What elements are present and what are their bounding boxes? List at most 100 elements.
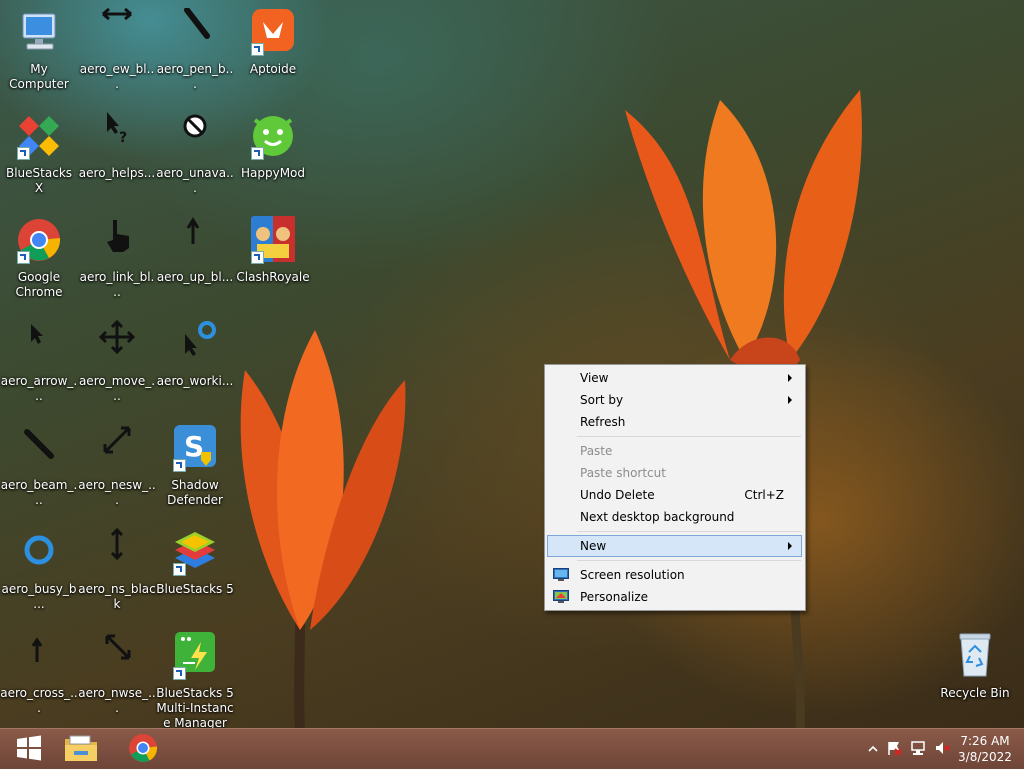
taskbar-file-explorer-button[interactable] — [52, 729, 110, 769]
desktop-icon-label: My Computer — [9, 62, 69, 91]
desktop-icon-clash-royale[interactable]: ClashRoyale — [234, 216, 312, 285]
desktop[interactable]: My Computer BlueStacks X Google Chrome a… — [0, 0, 1024, 728]
submenu-arrow-icon — [788, 542, 792, 550]
desktop-icon-label: Shadow Defender — [167, 478, 223, 507]
desktop-icon-label: ClashRoyale — [236, 270, 310, 284]
desktop-icon-label: Google Chrome — [15, 270, 63, 299]
desktop-icon-aptoide[interactable]: Aptoide — [234, 8, 312, 77]
desktop-icon-aero-up[interactable]: aero_up_bl... — [156, 216, 234, 285]
action-center-flag-icon[interactable] — [882, 740, 906, 759]
file-explorer-icon — [64, 733, 98, 766]
up-arrow-cursor-icon — [171, 216, 219, 264]
menu-item-label: Undo Delete — [580, 488, 655, 502]
crosshair-cursor-icon — [15, 632, 63, 680]
menu-item-undo-delete[interactable]: Undo Delete Ctrl+Z — [547, 484, 802, 506]
volume-muted-icon[interactable] — [930, 740, 954, 759]
desktop-icon-label: aero_up_bl... — [156, 270, 234, 284]
shortcut-arrow-icon — [251, 43, 264, 56]
taskbar-clock[interactable]: 7:26 AM 3/8/2022 — [954, 733, 1016, 765]
menu-separator — [577, 560, 801, 561]
menu-item-label: Screen resolution — [580, 568, 685, 582]
clock-date: 3/8/2022 — [958, 750, 1012, 764]
happymod-icon — [249, 112, 297, 160]
desktop-icon-aero-arrow[interactable]: aero_arrow_... — [0, 320, 78, 404]
text-beam-cursor-icon — [15, 424, 63, 472]
menu-item-label: Refresh — [580, 415, 626, 429]
desktop-icon-aero-working[interactable]: aero_worki... — [156, 320, 234, 389]
menu-item-label: Paste — [580, 444, 613, 458]
desktop-icon-my-computer[interactable]: My Computer — [0, 8, 78, 92]
desktop-icon-aero-beam[interactable]: aero_beam_... — [0, 424, 78, 508]
show-hidden-icons-chevron[interactable] — [864, 742, 882, 756]
menu-item-label: Sort by — [580, 393, 624, 407]
desktop-icon-aero-link[interactable]: aero_link_bl... — [78, 216, 156, 300]
taskbar: 7:26 AM 3/8/2022 — [0, 728, 1024, 769]
system-tray: 7:26 AM 3/8/2022 — [864, 729, 1024, 769]
svg-text:?: ? — [119, 130, 127, 146]
shortcut-arrow-icon — [173, 563, 186, 576]
shortcut-arrow-icon — [251, 147, 264, 160]
menu-item-paste-shortcut[interactable]: Paste shortcut — [547, 462, 802, 484]
menu-item-shortcut: Ctrl+Z — [744, 488, 784, 502]
start-button[interactable] — [0, 729, 58, 769]
desktop-icon-label: aero_arrow_... — [0, 374, 78, 403]
arrow-cursor-icon — [15, 320, 63, 368]
desktop-icon-recycle-bin[interactable]: Recycle Bin — [936, 632, 1014, 701]
desktop-icon-shadow-defender[interactable]: S Shadow Defender — [156, 424, 234, 508]
menu-item-screen-resolution[interactable]: Screen resolution — [547, 564, 802, 586]
desktop-icon-label: aero_cross_... — [0, 686, 78, 715]
desktop-icon-bluestacks-multi-instance[interactable]: BlueStacks 5 Multi-Instanc e Manager — [156, 632, 234, 728]
shortcut-arrow-icon — [17, 251, 30, 264]
chrome-icon — [15, 216, 63, 264]
desktop-icon-aero-nwse[interactable]: aero_nwse_... — [78, 632, 156, 716]
menu-item-refresh[interactable]: Refresh — [547, 411, 802, 433]
menu-item-paste[interactable]: Paste — [547, 440, 802, 462]
desktop-icon-aero-pen[interactable]: aero_pen_b... — [156, 7, 234, 92]
help-select-cursor-icon: ? — [93, 112, 141, 160]
desktop-icon-bluestacks-x[interactable]: BlueStacks X — [0, 112, 78, 196]
menu-item-personalize[interactable]: Personalize — [547, 586, 802, 608]
desktop-icon-label: aero_helps... — [78, 166, 156, 180]
windows-start-icon — [15, 734, 43, 765]
desktop-icon-label: HappyMod — [240, 166, 306, 180]
desktop-icon-label: aero_ew_bl... — [79, 62, 155, 91]
working-cursor-icon — [171, 320, 219, 368]
clash-royale-icon — [249, 216, 297, 264]
desktop-icon-aero-unavail[interactable]: aero_unava... — [156, 112, 234, 196]
menu-item-next-desktop-background[interactable]: Next desktop background — [547, 506, 802, 528]
desktop-icon-aero-nesw[interactable]: aero_nesw_... — [78, 424, 156, 508]
shadow-defender-icon: S — [171, 424, 219, 472]
desktop-icon-google-chrome[interactable]: Google Chrome — [0, 216, 78, 300]
shortcut-arrow-icon — [17, 147, 30, 160]
personalize-icon — [553, 590, 569, 603]
desktop-icon-aero-ns[interactable]: aero_ns_black — [78, 527, 156, 612]
submenu-arrow-icon — [788, 396, 792, 404]
desktop-icon-label: aero_beam_... — [0, 478, 78, 507]
hand-cursor-icon — [93, 216, 141, 264]
desktop-icon-bluestacks-5[interactable]: BlueStacks 5 — [156, 528, 234, 597]
taskbar-chrome-button[interactable] — [114, 729, 172, 769]
resize-nwse-cursor-icon — [93, 632, 141, 680]
computer-icon — [15, 8, 63, 56]
menu-item-new[interactable]: New — [547, 535, 802, 557]
desktop-icon-aero-move[interactable]: aero_move_... — [78, 319, 156, 404]
desktop-icon-label: aero_nesw_... — [78, 478, 156, 507]
desktop-icon-aero-busy[interactable]: aero_busy_b... — [0, 528, 78, 612]
menu-item-view[interactable]: View — [547, 367, 802, 389]
menu-item-sort-by[interactable]: Sort by — [547, 389, 802, 411]
resize-nesw-cursor-icon — [93, 424, 141, 472]
desktop-icon-aero-cross[interactable]: aero_cross_... — [0, 632, 78, 716]
menu-item-label: View — [580, 371, 609, 385]
desktop-icon-label: Aptoide — [249, 62, 297, 76]
desktop-icon-label: aero_move_... — [78, 374, 156, 403]
desktop-icon-label: aero_unava... — [156, 166, 234, 195]
desktop-icon-aero-helpsel[interactable]: ? aero_helps... — [78, 112, 156, 181]
chrome-icon — [128, 733, 158, 766]
desktop-icon-label: Recycle Bin — [940, 686, 1010, 700]
desktop-icon-aero-ew[interactable]: aero_ew_bl... — [78, 7, 156, 92]
desktop-icon-happymod[interactable]: HappyMod — [234, 112, 312, 181]
menu-separator — [577, 531, 801, 532]
network-icon[interactable] — [906, 740, 930, 759]
menu-item-label: New — [580, 539, 607, 553]
menu-item-label: Paste shortcut — [580, 466, 666, 480]
